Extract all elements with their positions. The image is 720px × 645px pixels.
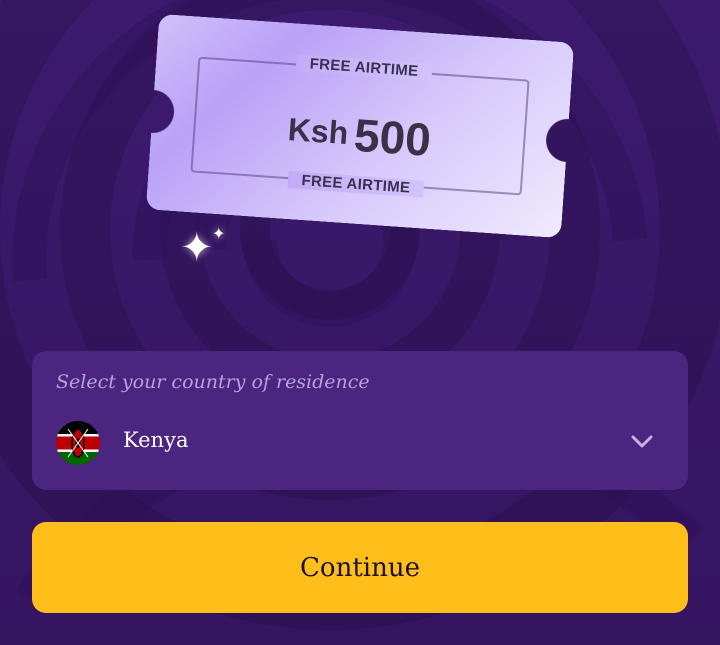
ticket-amount-value: 500 — [352, 108, 433, 166]
small-sparkle-icon: ✦ — [212, 224, 226, 243]
sparkle-icon: ✦ — [180, 225, 214, 271]
country-select-label: Select your country of residence — [56, 371, 370, 393]
selected-country[interactable]: Kenya — [123, 428, 188, 452]
kenya-flag-icon — [56, 421, 100, 465]
country-select[interactable]: Select your country of residence — [32, 351, 688, 490]
airtime-ticket: FREE AIRTIME Ksh500 FREE AIRTIME — [145, 13, 575, 239]
continue-button[interactable]: Continue — [32, 522, 688, 613]
chevron-down-icon[interactable] — [630, 432, 654, 452]
ticket-currency: Ksh — [286, 111, 350, 152]
